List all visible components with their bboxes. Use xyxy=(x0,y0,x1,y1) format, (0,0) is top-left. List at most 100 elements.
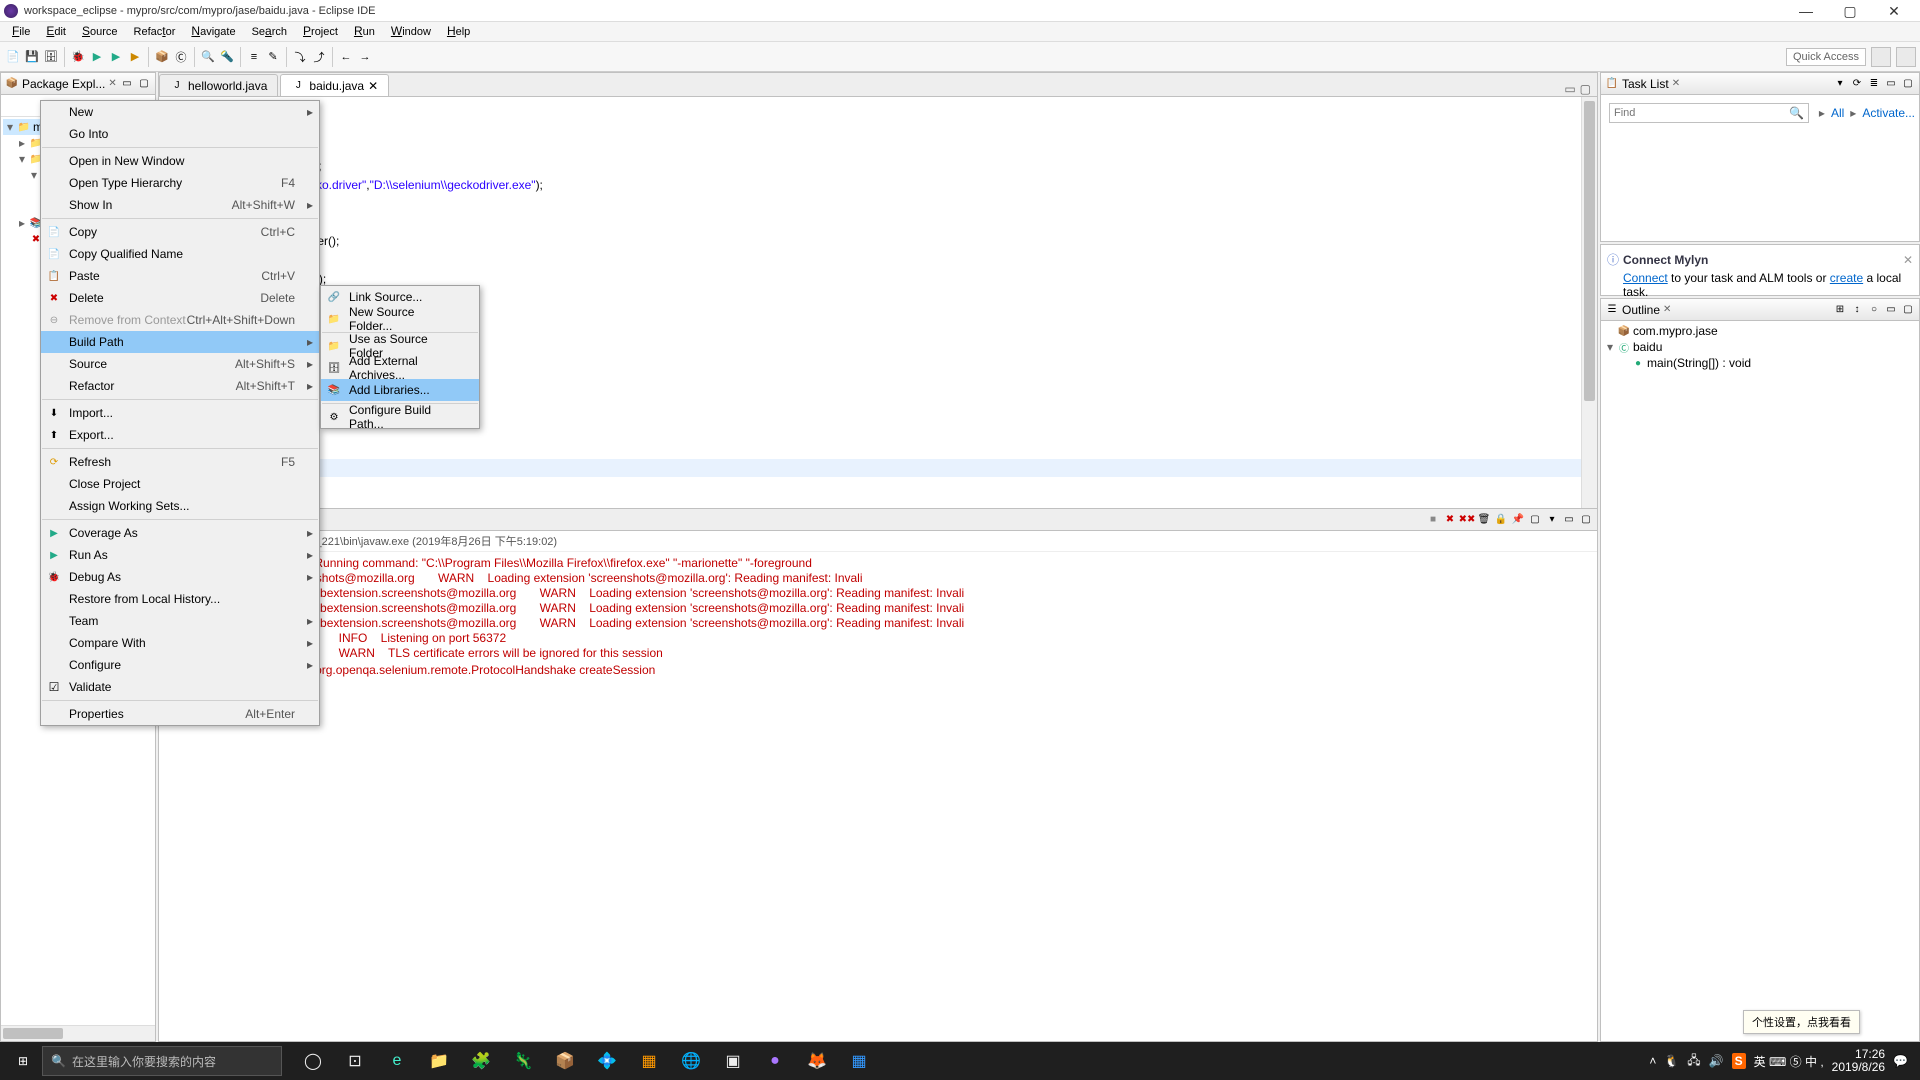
task-app-icon[interactable]: 📦 xyxy=(546,1042,584,1080)
ctx-new[interactable]: New▸ xyxy=(41,101,319,123)
h-scrollbar[interactable] xyxy=(1,1025,155,1041)
task-find-input[interactable]: 🔍 xyxy=(1609,103,1809,123)
save-all-icon[interactable]: 🗄 xyxy=(42,48,60,66)
ctx-go-into[interactable]: Go Into xyxy=(41,123,319,145)
menu-edit[interactable]: Edit xyxy=(38,22,74,41)
remove-all-icon[interactable]: ✖✖ xyxy=(1460,513,1474,527)
task-app-icon[interactable]: ▦ xyxy=(630,1042,668,1080)
ol-btn-icon[interactable]: ○ xyxy=(1867,303,1881,317)
new-class-icon[interactable]: Ⓒ xyxy=(172,48,190,66)
outline-class-row[interactable]: ▾Ⓒbaidu xyxy=(1603,339,1917,355)
tray-ime-text[interactable]: 英 ⌨ ⑤ 中 , xyxy=(1754,1053,1824,1070)
task-chrome-icon[interactable]: 🌐 xyxy=(672,1042,710,1080)
coverage-icon[interactable]: ▶ xyxy=(107,48,125,66)
ctx-debug-as[interactable]: 🐞Debug As▸ xyxy=(41,566,319,588)
task-explorer-icon[interactable]: 📁 xyxy=(420,1042,458,1080)
ctx-import[interactable]: ⬇Import... xyxy=(41,402,319,424)
task-app-icon[interactable]: 🧩 xyxy=(462,1042,500,1080)
ctx-validate[interactable]: ☑Validate xyxy=(41,676,319,698)
ctx-delete[interactable]: ✖DeleteDelete xyxy=(41,287,319,309)
ctx-open-type-hierarchy[interactable]: Open Type HierarchyF4 xyxy=(41,172,319,194)
task-app-icon[interactable]: ▦ xyxy=(840,1042,878,1080)
editor-tab-helloworld[interactable]: Jhelloworld.java xyxy=(159,74,278,96)
menu-search[interactable]: Search xyxy=(244,22,295,41)
minimize-button[interactable]: — xyxy=(1784,0,1828,22)
maximize-view-icon[interactable]: ▢ xyxy=(137,77,151,91)
maximize-editor-icon[interactable]: ▢ xyxy=(1580,82,1591,96)
ctx-refresh[interactable]: ⟳RefreshF5 xyxy=(41,451,319,473)
maximize-button[interactable]: ▢ xyxy=(1828,0,1872,22)
quick-access-input[interactable]: Quick Access xyxy=(1786,48,1866,66)
activate-link[interactable]: Activate... xyxy=(1862,106,1915,120)
tl-btn-icon[interactable]: ≣ xyxy=(1867,77,1881,91)
minimize-view-icon[interactable]: ▭ xyxy=(1562,513,1576,527)
new-icon[interactable]: 📄 xyxy=(4,48,22,66)
ctx-paste[interactable]: 📋PasteCtrl+V xyxy=(41,265,319,287)
ctx-open-new-window[interactable]: Open in New Window xyxy=(41,150,319,172)
clear-console-icon[interactable]: 🗑 xyxy=(1477,513,1491,527)
ctx-refactor[interactable]: RefactorAlt+Shift+T▸ xyxy=(41,375,319,397)
ctx-remove-context[interactable]: ⊖Remove from ContextCtrl+Alt+Shift+Down xyxy=(41,309,319,331)
scroll-lock-icon[interactable]: 🔒 xyxy=(1494,513,1508,527)
mark-occurrences-icon[interactable]: ✎ xyxy=(264,48,282,66)
toggle-breadcrumb-icon[interactable]: ≡ xyxy=(245,48,263,66)
minimize-view-icon[interactable]: ▭ xyxy=(1884,303,1898,317)
close-view-icon[interactable]: ✕ xyxy=(1672,78,1680,89)
task-terminal-icon[interactable]: ▣ xyxy=(714,1042,752,1080)
start-button[interactable]: ⊞ xyxy=(4,1042,42,1080)
ctx-copy-qualified[interactable]: 📄Copy Qualified Name xyxy=(41,243,319,265)
ctx-team[interactable]: Team▸ xyxy=(41,610,319,632)
ctx-configure[interactable]: Configure▸ xyxy=(41,654,319,676)
remove-launch-icon[interactable]: ✖ xyxy=(1443,513,1457,527)
maximize-view-icon[interactable]: ▢ xyxy=(1579,513,1593,527)
tl-btn-icon[interactable]: ▾ xyxy=(1833,77,1847,91)
sub-configure-build-path[interactable]: ⚙Configure Build Path... xyxy=(321,406,479,428)
tray-network-icon[interactable]: 🖧 xyxy=(1687,1051,1700,1072)
search-icon[interactable]: 🔦 xyxy=(218,48,236,66)
run-icon[interactable]: ▶ xyxy=(88,48,106,66)
menu-help[interactable]: Help xyxy=(439,22,478,41)
ctx-build-path[interactable]: Build Path▸ xyxy=(41,331,319,353)
prev-annotation-icon[interactable]: ⤴ xyxy=(310,48,328,66)
tray-volume-icon[interactable]: 🔊 xyxy=(1709,1054,1724,1068)
outline-package-row[interactable]: 📦com.mypro.jase xyxy=(1603,323,1917,339)
close-icon[interactable]: ✕ xyxy=(1903,253,1913,267)
ctx-coverage-as[interactable]: ▶Coverage As▸ xyxy=(41,522,319,544)
perspective-button[interactable] xyxy=(1871,47,1891,67)
pin-console-icon[interactable]: 📌 xyxy=(1511,513,1525,527)
package-explorer-tab[interactable]: 📦Package Expl...✕ ▭ ▢ xyxy=(1,73,155,95)
task-view-icon[interactable]: ◯ xyxy=(294,1042,332,1080)
sub-add-external[interactable]: 🗄Add External Archives... xyxy=(321,357,479,379)
next-annotation-icon[interactable]: ⤵ xyxy=(291,48,309,66)
system-tray[interactable]: ˄ 🐧 🖧 🔊 S 英 ⌨ ⑤ 中 , 17:26 2019/8/26 💬 xyxy=(1649,1048,1916,1074)
menu-source[interactable]: Source xyxy=(74,22,126,41)
minimize-view-icon[interactable]: ▭ xyxy=(120,77,134,91)
forward-icon[interactable]: → xyxy=(356,48,374,66)
ctx-assign-working-sets[interactable]: Assign Working Sets... xyxy=(41,495,319,517)
ctx-close-project[interactable]: Close Project xyxy=(41,473,319,495)
outline-tree[interactable]: 📦com.mypro.jase ▾Ⓒbaidu ●main(String[]) … xyxy=(1601,321,1919,1041)
tray-wechat-icon[interactable]: 🐧 xyxy=(1664,1054,1679,1068)
outline-tab[interactable]: ☰Outline✕ ⊞ ↕ ○ ▭ ▢ xyxy=(1601,299,1919,321)
close-button[interactable]: ✕ xyxy=(1872,0,1916,22)
search-icon[interactable]: 🔍 xyxy=(1789,106,1804,120)
task-app-icon[interactable]: 🦎 xyxy=(504,1042,542,1080)
create-link[interactable]: create xyxy=(1830,271,1863,285)
terminate-icon[interactable]: ■ xyxy=(1426,513,1440,527)
outline-method-row[interactable]: ●main(String[]) : void xyxy=(1603,355,1917,371)
task-cortana-icon[interactable]: ⊡ xyxy=(336,1042,374,1080)
notifications-icon[interactable]: 💬 xyxy=(1893,1054,1908,1068)
menu-navigate[interactable]: Navigate xyxy=(183,22,243,41)
task-app-icon[interactable]: 💠 xyxy=(588,1042,626,1080)
connect-link[interactable]: Connect xyxy=(1623,271,1668,285)
console-output[interactable]: zrunner::runner INFO Running command: "C… xyxy=(159,552,1597,1041)
menu-run[interactable]: Run xyxy=(346,22,383,41)
ctx-compare[interactable]: Compare With▸ xyxy=(41,632,319,654)
minimize-view-icon[interactable]: ▭ xyxy=(1884,77,1898,91)
task-firefox-icon[interactable]: 🦊 xyxy=(798,1042,836,1080)
tray-up-icon[interactable]: ˄ xyxy=(1649,1054,1656,1068)
ctx-export[interactable]: ⬆Export... xyxy=(41,424,319,446)
ctx-copy[interactable]: 📄CopyCtrl+C xyxy=(41,221,319,243)
ol-btn-icon[interactable]: ↕ xyxy=(1850,303,1864,317)
minimize-editor-icon[interactable]: ▭ xyxy=(1564,82,1575,96)
